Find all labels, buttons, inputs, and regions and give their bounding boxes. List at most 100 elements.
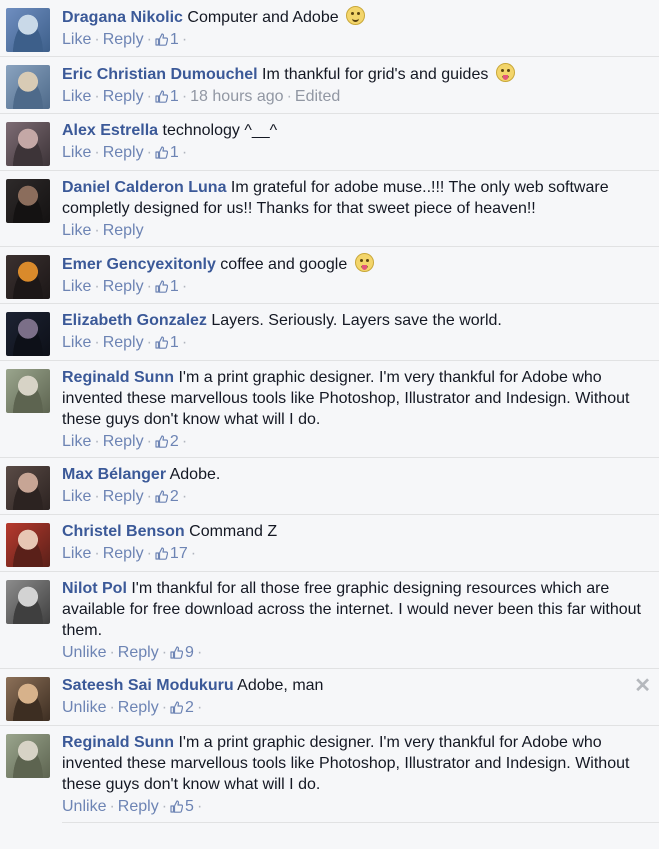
like-button[interactable]: Like xyxy=(62,278,91,295)
avatar[interactable] xyxy=(6,255,50,299)
comment-text-block: Christel Benson Command Z xyxy=(62,521,649,542)
separator-dot: · xyxy=(146,433,152,450)
like-count[interactable]: 2 xyxy=(155,433,179,450)
like-count-value: 1 xyxy=(169,31,179,48)
comment-author[interactable]: Max Bélanger xyxy=(62,466,166,483)
reply-button[interactable]: Reply xyxy=(103,222,144,239)
comment-actions: Unlike · Reply · 9 · xyxy=(62,642,649,664)
comment-actions: Like · Reply · 2 · xyxy=(62,431,649,453)
reply-button[interactable]: Reply xyxy=(103,278,144,295)
comment-author[interactable]: Dragana Nikolic xyxy=(62,9,183,26)
avatar[interactable] xyxy=(6,8,50,52)
comment-body: Eric Christian Dumouchel Im thankful for… xyxy=(62,63,649,108)
separator-dot: · xyxy=(146,144,152,161)
reply-button[interactable]: Reply xyxy=(118,798,159,815)
comment-item: Dragana Nikolic Computer and Adobe Like ·… xyxy=(0,0,659,56)
comment-actions: Unlike · Reply · 2 · xyxy=(62,697,649,719)
comment-author[interactable]: Nilot Pol xyxy=(62,580,127,597)
reply-button[interactable]: Reply xyxy=(103,144,144,161)
avatar[interactable] xyxy=(6,734,50,778)
comment-author[interactable]: Eric Christian Dumouchel xyxy=(62,66,258,83)
separator-dot: · xyxy=(161,699,168,716)
comment-item: Elizabeth Gonzalez Layers. Seriously. La… xyxy=(0,303,659,360)
separator-dot: · xyxy=(196,798,203,815)
like-count[interactable]: 1 xyxy=(155,334,179,351)
like-button[interactable]: Unlike xyxy=(62,699,106,716)
like-count[interactable]: 9 xyxy=(170,644,194,661)
comment-actions: Like · Reply · 2 · xyxy=(62,486,649,508)
like-button[interactable]: Like xyxy=(62,222,91,239)
like-button[interactable]: Unlike xyxy=(62,644,106,661)
avatar[interactable] xyxy=(6,466,50,510)
comment-body: Emer Gencyexitonly coffee and google Lik… xyxy=(62,253,649,298)
separator-dot: · xyxy=(196,699,203,716)
comment-body: Nilot Pol I'm thankful for all those fre… xyxy=(62,578,649,664)
comment-author[interactable]: Daniel Calderon Luna xyxy=(62,179,226,196)
like-count[interactable]: 1 xyxy=(155,31,179,48)
comment-author[interactable]: Elizabeth Gonzalez xyxy=(62,312,207,329)
avatar[interactable] xyxy=(6,580,50,624)
thumbs-up-icon xyxy=(170,699,185,716)
comment-author[interactable]: Alex Estrella xyxy=(62,122,158,139)
separator-dot: · xyxy=(94,488,100,505)
like-button[interactable]: Like xyxy=(62,545,91,562)
comment-author[interactable]: Reginald Sunn xyxy=(62,369,174,386)
like-button[interactable]: Like xyxy=(62,31,91,48)
separator-dot: · xyxy=(161,798,168,815)
like-count[interactable]: 17 xyxy=(155,545,188,562)
thumbs-up-icon xyxy=(155,488,170,505)
close-icon[interactable]: ✕ xyxy=(634,673,651,698)
reply-button[interactable]: Reply xyxy=(118,699,159,716)
separator-dot: · xyxy=(94,278,100,295)
avatar[interactable] xyxy=(6,523,50,567)
reply-button[interactable]: Reply xyxy=(103,88,144,105)
avatar[interactable] xyxy=(6,179,50,223)
comment-text: Adobe. xyxy=(169,466,221,483)
like-count-value: 1 xyxy=(169,334,179,351)
comment-author[interactable]: Christel Benson xyxy=(62,523,185,540)
comment-body: Dragana Nikolic Computer and Adobe Like ·… xyxy=(62,6,649,51)
thumbs-up-icon xyxy=(155,31,170,48)
like-count[interactable]: 2 xyxy=(170,699,194,716)
like-count[interactable]: 5 xyxy=(170,798,194,815)
thumbs-up-icon xyxy=(155,334,170,351)
comment-body: Reginald Sunn I'm a print graphic design… xyxy=(62,732,649,818)
like-count[interactable]: 1 xyxy=(155,278,179,295)
comment-item: Daniel Calderon Luna Im grateful for ado… xyxy=(0,170,659,246)
like-count-value: 9 xyxy=(185,644,194,661)
comment-item: Max Bélanger Adobe. Like · Reply · 2 · xyxy=(0,457,659,514)
comment-author[interactable]: Sateesh Sai Modukuru xyxy=(62,677,234,694)
avatar[interactable] xyxy=(6,122,50,166)
comment-actions: Like · Reply · 1 · xyxy=(62,29,649,51)
reply-button[interactable]: Reply xyxy=(103,433,144,450)
like-count-value: 17 xyxy=(169,545,188,562)
reply-button[interactable]: Reply xyxy=(103,334,144,351)
comment-body: Daniel Calderon Luna Im grateful for ado… xyxy=(62,177,649,242)
like-count[interactable]: 1 xyxy=(155,88,179,105)
comment-text: technology ^__^ xyxy=(162,122,278,139)
reply-button[interactable]: Reply xyxy=(103,31,144,48)
avatar[interactable] xyxy=(6,312,50,356)
like-count[interactable]: 1 xyxy=(155,144,179,161)
like-button[interactable]: Like xyxy=(62,88,91,105)
like-count-value: 2 xyxy=(169,433,179,450)
reply-button[interactable]: Reply xyxy=(103,488,144,505)
avatar[interactable] xyxy=(6,677,50,721)
reply-button[interactable]: Reply xyxy=(103,545,144,562)
comment-text: Adobe, man xyxy=(237,677,324,694)
like-count[interactable]: 2 xyxy=(155,488,179,505)
edited-link[interactable]: Edited xyxy=(295,88,340,105)
avatar[interactable] xyxy=(6,65,50,109)
timestamp[interactable]: 18 hours ago xyxy=(190,88,283,105)
separator-dot: · xyxy=(181,334,188,351)
like-button[interactable]: Like xyxy=(62,334,91,351)
comment-author[interactable]: Reginald Sunn xyxy=(62,734,174,751)
reply-button[interactable]: Reply xyxy=(118,644,159,661)
tongue-emoji-icon xyxy=(495,63,515,82)
like-button[interactable]: Like xyxy=(62,144,91,161)
comment-author[interactable]: Emer Gencyexitonly xyxy=(62,256,216,273)
like-button[interactable]: Like xyxy=(62,488,91,505)
like-button[interactable]: Unlike xyxy=(62,798,106,815)
avatar[interactable] xyxy=(6,369,50,413)
like-button[interactable]: Like xyxy=(62,433,91,450)
